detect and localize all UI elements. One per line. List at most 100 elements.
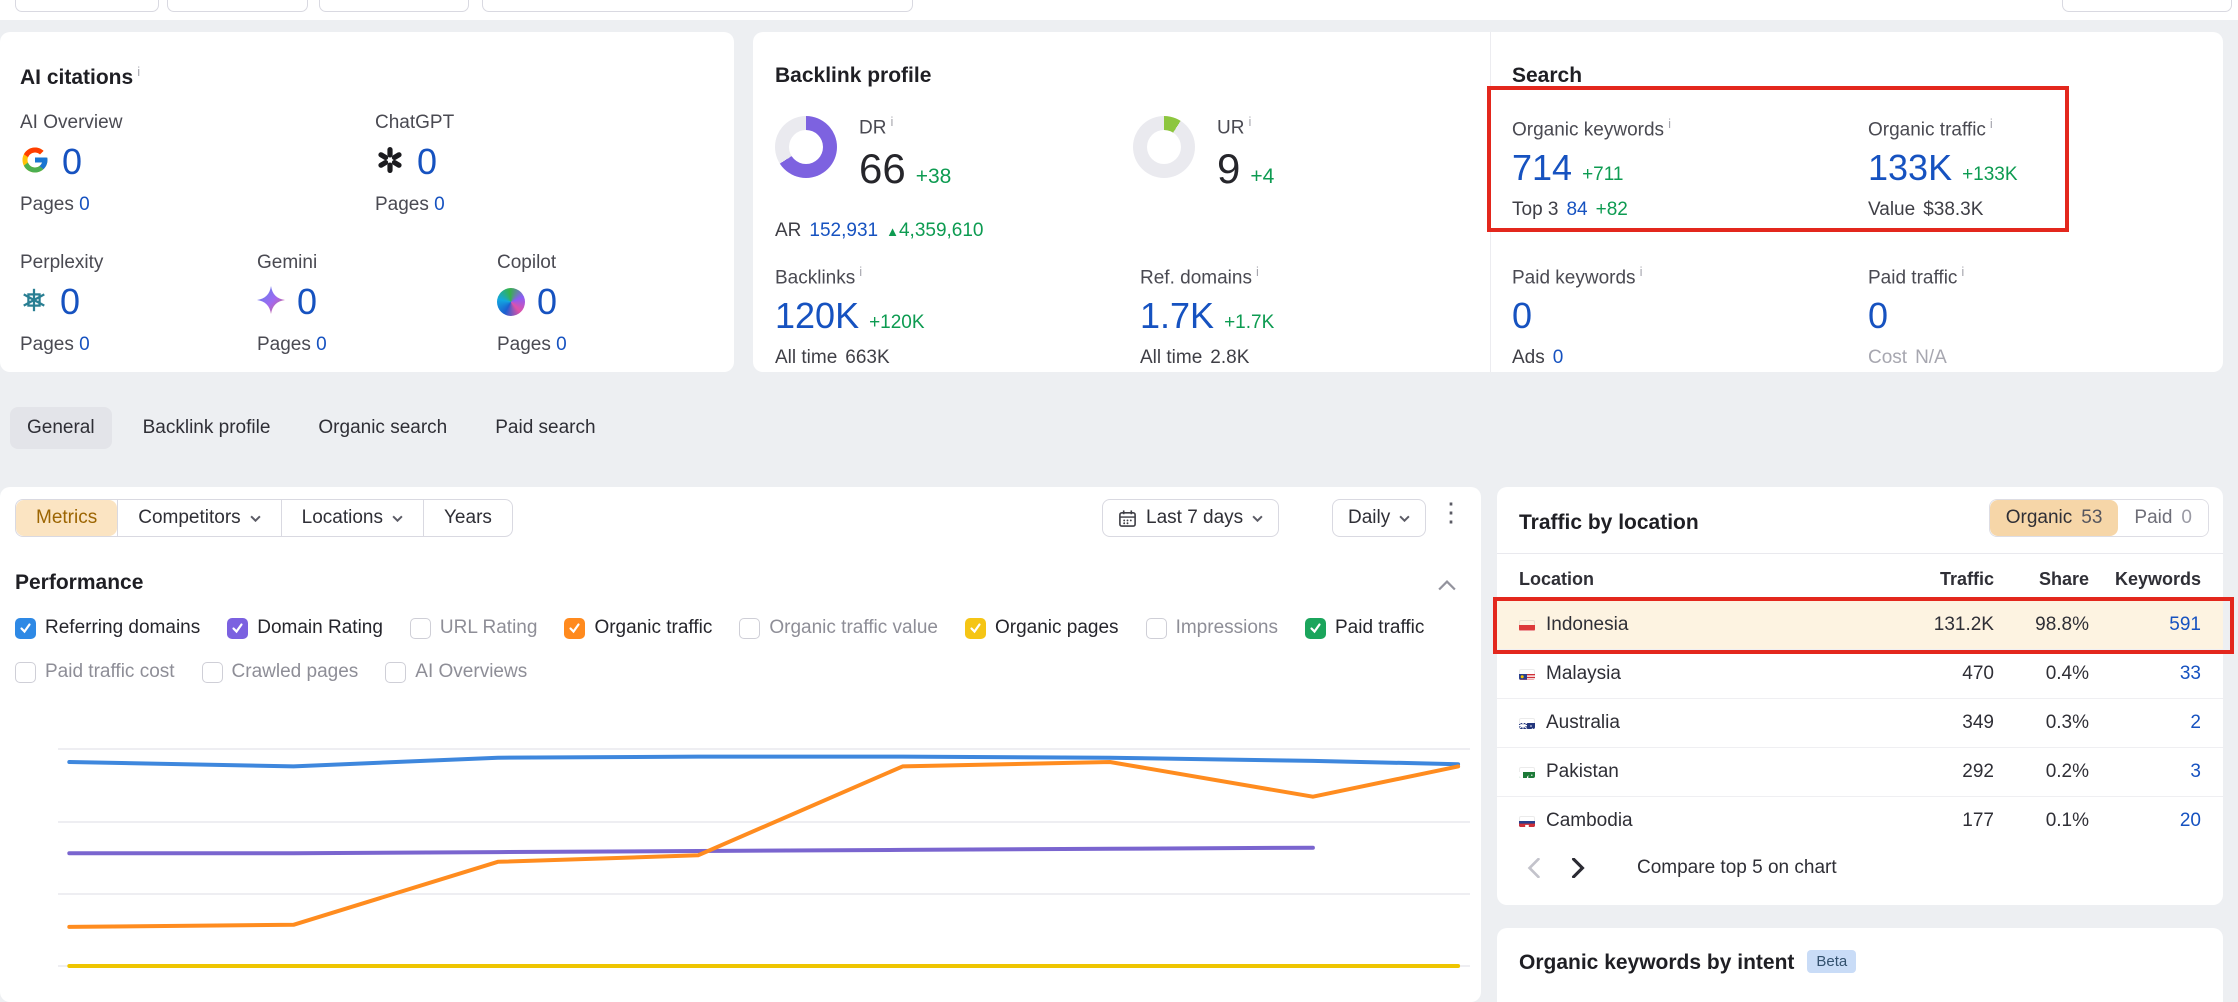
collapse-chevron-up-icon[interactable] [1438, 579, 1456, 591]
toggle-organic[interactable]: Organic53 [1990, 500, 2119, 536]
pages-count-link[interactable]: 0 [79, 194, 90, 215]
checkbox-ai-overviews[interactable]: AI Overviews [385, 661, 527, 683]
ads-count-link[interactable]: 0 [1553, 347, 1564, 369]
checkbox-box [15, 662, 36, 683]
table-row-pakistan[interactable]: Pakistan 292 0.2% 3 [1497, 747, 2223, 796]
dr-donut-chart [775, 116, 837, 178]
organic-keywords-value-link[interactable]: 714 [1512, 147, 1572, 189]
tab-paid-search[interactable]: Paid search [478, 407, 612, 449]
copilot-count[interactable]: 0 [537, 281, 557, 323]
backlinks-metric: Backlinksi 120K+120K All time663K [775, 264, 925, 369]
pages-count-link[interactable]: 0 [556, 334, 567, 355]
prev-page-icon[interactable] [1527, 858, 1541, 878]
checkbox-organic-traffic-value[interactable]: Organic traffic value [739, 617, 938, 639]
checkbox-paid-traffic[interactable]: Paid traffic [1305, 617, 1424, 639]
pages-count-link[interactable]: 0 [434, 194, 445, 215]
metric-checkbox-row-1: Referring domains Domain Rating URL Rati… [15, 617, 1424, 639]
checkbox-domain-rating[interactable]: Domain Rating [227, 617, 383, 639]
info-icon[interactable]: i [1256, 264, 1259, 279]
tab-general[interactable]: General [10, 407, 112, 449]
date-range-button[interactable]: Last 7 days [1102, 499, 1279, 537]
organic-paid-toggle: Organic53 Paid0 [1989, 499, 2209, 537]
dr-delta: +38 [916, 165, 952, 189]
keywords-count-link[interactable]: 3 [2089, 761, 2201, 783]
checkbox-impressions[interactable]: Impressions [1146, 617, 1278, 639]
info-icon[interactable]: i [137, 64, 140, 79]
checkbox-organic-pages[interactable]: Organic pages [965, 617, 1119, 639]
segment-competitors[interactable]: Competitors [117, 500, 280, 536]
calendar-icon [1118, 509, 1137, 528]
ai-item-copilot: Copilot 0 Pages 0 [497, 252, 727, 356]
keywords-count-link[interactable]: 33 [2089, 663, 2201, 685]
google-icon [20, 145, 50, 180]
organic-traffic-value-link[interactable]: 133K [1868, 147, 1952, 189]
traffic-by-location-title: Traffic by location [1519, 511, 1699, 535]
pages-count-link[interactable]: 0 [79, 334, 90, 355]
checkbox-paid-traffic-cost[interactable]: Paid traffic cost [15, 661, 175, 683]
ai-citations-title: AI citationsi [20, 64, 140, 90]
chatgpt-icon [375, 145, 405, 180]
top-cutoff-box[interactable] [319, 0, 469, 12]
top3-count-link[interactable]: 84 [1566, 199, 1587, 221]
info-icon[interactable]: i [1961, 264, 1964, 279]
next-page-icon[interactable] [1571, 858, 1585, 878]
location-table-header: Location Traffic Share Keywords [1497, 569, 2223, 590]
top-cutoff-box[interactable] [167, 0, 308, 12]
compare-top5-link[interactable]: Compare top 5 on chart [1637, 857, 1837, 879]
malaysia-flag-icon [1519, 669, 1535, 680]
info-icon[interactable]: i [1990, 116, 1993, 131]
keywords-count-link[interactable]: 591 [2089, 614, 2201, 636]
info-icon[interactable]: i [1248, 114, 1251, 129]
backlink-search-card: Backlink profile DRi 66+38 AR 152,931 ▲4… [753, 32, 2223, 372]
checkbox-crawled-pages[interactable]: Crawled pages [202, 661, 359, 683]
performance-line-chart[interactable] [58, 700, 1470, 1002]
chatgpt-count[interactable]: 0 [417, 141, 437, 183]
table-row-cambodia[interactable]: Cambodia 177 0.1% 20 [1497, 796, 2223, 845]
pages-count-link[interactable]: 0 [316, 334, 327, 355]
granularity-button[interactable]: Daily [1332, 499, 1426, 537]
tab-backlink-profile[interactable]: Backlink profile [126, 407, 288, 449]
gemini-count[interactable]: 0 [297, 281, 317, 323]
top-cutoff-box[interactable] [2062, 0, 2232, 12]
ar-value-link[interactable]: 152,931 [809, 220, 878, 242]
search-title: Search [1512, 64, 1582, 88]
checkbox-url-rating[interactable]: URL Rating [410, 617, 538, 639]
table-row-indonesia[interactable]: Indonesia 131.2K 98.8% 591 [1497, 600, 2223, 649]
info-icon[interactable]: i [859, 264, 862, 279]
paid-traffic-value-link[interactable]: 0 [1868, 295, 1888, 337]
toggle-paid[interactable]: Paid0 [2118, 500, 2208, 536]
keywords-count-link[interactable]: 2 [2089, 712, 2201, 734]
report-tabs: General Backlink profile Organic search … [10, 407, 613, 449]
info-icon[interactable]: i [1668, 116, 1671, 131]
top-cutoff-box[interactable] [482, 0, 913, 12]
table-row-australia[interactable]: Australia 349 0.3% 2 [1497, 698, 2223, 747]
info-icon[interactable]: i [890, 114, 893, 129]
segment-metrics[interactable]: Metrics [16, 500, 117, 536]
dr-value: 66 [859, 145, 906, 193]
keywords-count-link[interactable]: 20 [2089, 810, 2201, 832]
ai-item-perplexity: Perplexity 0 Pages 0 [20, 252, 250, 356]
segment-locations[interactable]: Locations [281, 500, 423, 536]
paid-keywords-value-link[interactable]: 0 [1512, 295, 1532, 337]
chevron-down-icon [250, 515, 261, 522]
backlinks-value-link[interactable]: 120K [775, 295, 859, 337]
chevron-down-icon [1399, 515, 1410, 522]
checkbox-referring-domains[interactable]: Referring domains [15, 617, 200, 639]
tab-organic-search[interactable]: Organic search [301, 407, 464, 449]
ur-donut-chart [1133, 116, 1195, 178]
organic-traffic-metric: Organic traffici 133K+133K Value$38.3K [1868, 116, 2018, 221]
paid-keywords-metric: Paid keywordsi 0 Ads0 [1512, 264, 1642, 369]
ai-overview-count[interactable]: 0 [62, 141, 82, 183]
checkbox-box [564, 618, 585, 639]
top-cutoff-box[interactable] [15, 0, 159, 12]
segment-years[interactable]: Years [423, 500, 512, 536]
more-options-icon[interactable]: ⋮ [1438, 501, 1464, 523]
ar-row: AR 152,931 ▲4,359,610 [775, 220, 984, 242]
table-row-malaysia[interactable]: Malaysia 470 0.4% 33 [1497, 649, 2223, 698]
info-icon[interactable]: i [1640, 264, 1643, 279]
perplexity-count[interactable]: 0 [60, 281, 80, 323]
copilot-icon [497, 288, 525, 316]
ref-domains-value-link[interactable]: 1.7K [1140, 295, 1214, 337]
location-pagination: Compare top 5 on chart [1527, 857, 1837, 879]
checkbox-organic-traffic[interactable]: Organic traffic [564, 617, 712, 639]
